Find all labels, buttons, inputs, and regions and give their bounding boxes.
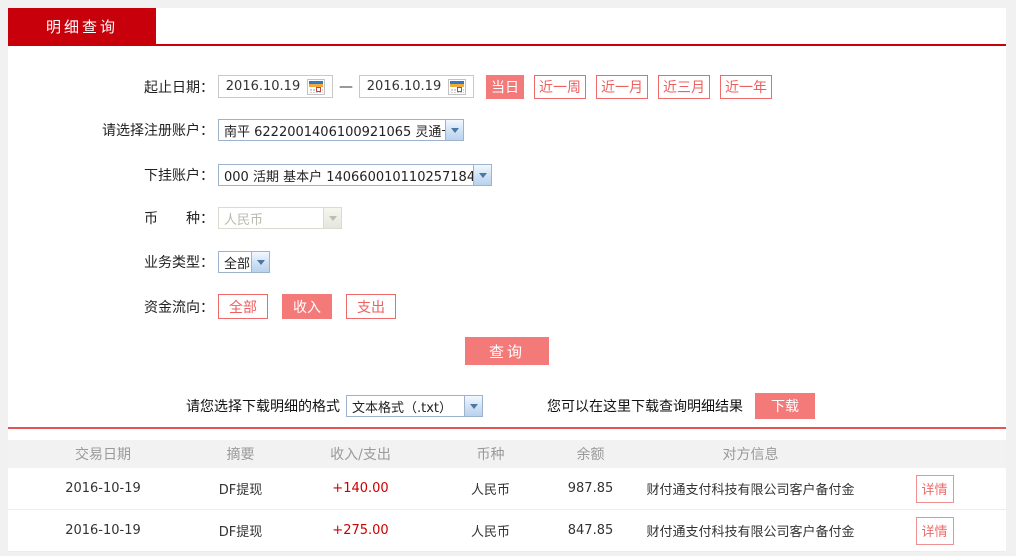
cell-counterparty: 财付通支付科技有限公司客户备付金 <box>646 525 855 540</box>
currency-row: 币 种： 人民币 <box>8 207 1006 229</box>
fund-flow-expense-button[interactable]: 支出 <box>346 294 396 319</box>
chevron-down-icon <box>323 208 341 228</box>
detail-button[interactable]: 详情 <box>915 516 954 545</box>
cell-balance: 847.85 <box>567 523 614 538</box>
fund-flow-label: 资金流向： <box>144 299 214 316</box>
register-account-value: 南平 6222001406100921065 灵通卡 <box>224 124 445 140</box>
tab-detail-query[interactable]: 明细查询 <box>8 8 156 44</box>
header-currency: 币种 <box>476 447 505 463</box>
query-button[interactable]: 查询 <box>465 337 549 365</box>
calendar-icon[interactable] <box>448 78 466 95</box>
currency-label: 币 种： <box>144 211 214 227</box>
quick-range-quarter-button[interactable]: 近三月 <box>658 74 710 99</box>
quick-range-today-button[interactable]: 当日 <box>486 74 524 99</box>
detail-button[interactable]: 详情 <box>915 474 954 503</box>
register-account-label: 请选择注册账户： <box>102 123 214 139</box>
date-from-field[interactable] <box>218 75 333 98</box>
header-balance: 余额 <box>576 447 605 463</box>
sub-account-value: 000 活期 基本户 1406600101102571848 <box>224 169 473 185</box>
results-table: 交易日期 摘要 收入/支出 币种 余额 对方信息 2016-10-19 DF提现… <box>8 440 1006 552</box>
header-trade-date: 交易日期 <box>75 447 131 463</box>
query-button-row: 查询 <box>8 337 1006 365</box>
download-hint: 您可以在这里下载查询明细结果 <box>547 399 743 415</box>
sub-account-label: 下挂账户： <box>144 168 214 184</box>
date-range-separator: — <box>339 78 353 95</box>
cell-balance: 987.85 <box>567 481 614 496</box>
date-from-input[interactable] <box>219 78 307 95</box>
download-format-value: 文本格式（.txt） <box>352 400 453 416</box>
quick-range-year-button[interactable]: 近一年 <box>720 74 772 99</box>
cell-trade-date: 2016-10-19 <box>65 481 141 496</box>
quick-range-month-button[interactable]: 近一月 <box>596 74 648 99</box>
business-type-row: 业务类型： 全部 <box>8 251 1006 273</box>
chevron-down-icon <box>445 120 463 140</box>
business-type-value: 全部 <box>224 256 251 272</box>
register-account-select[interactable]: 南平 6222001406100921065 灵通卡 <box>218 119 464 141</box>
quick-range-week-button[interactable]: 近一周 <box>534 74 586 99</box>
download-row: 请您选择下载明细的格式 文本格式（.txt） 您可以在这里下载查询明细结果 下载 <box>8 393 1006 419</box>
cell-counterparty: 财付通支付科技有限公司客户备付金 <box>646 483 855 498</box>
query-form: 起止日期： — 当日 近一周 <box>8 46 1006 552</box>
cell-amount: +140.00 <box>332 481 389 496</box>
fund-flow-row: 资金流向： 全部 收入 支出 <box>8 294 1006 319</box>
header-income-expense: 收入/支出 <box>330 447 391 463</box>
fund-flow-income-button[interactable]: 收入 <box>282 294 332 319</box>
cell-currency: 人民币 <box>470 483 510 498</box>
date-range-row: 起止日期： — 当日 近一周 <box>8 74 1006 99</box>
chevron-down-icon <box>464 396 482 416</box>
currency-value: 人民币 <box>224 212 264 228</box>
table-row: 2016-10-19 DF提现 +140.00 人民币 987.85 财付通支付… <box>8 468 1006 510</box>
cell-summary: DF提现 <box>218 483 263 498</box>
table-header-row: 交易日期 摘要 收入/支出 币种 余额 对方信息 <box>8 440 1006 468</box>
calendar-icon[interactable] <box>307 78 325 95</box>
currency-select: 人民币 <box>218 207 342 229</box>
sub-account-row: 下挂账户： 000 活期 基本户 1406600101102571848 <box>8 164 1006 186</box>
register-account-row: 请选择注册账户： 南平 6222001406100921065 灵通卡 <box>8 119 1006 141</box>
download-button[interactable]: 下载 <box>755 393 815 419</box>
content-panel: 明细查询 起止日期： — <box>8 8 1006 552</box>
chevron-down-icon <box>473 165 491 185</box>
business-type-select[interactable]: 全部 <box>218 251 270 273</box>
business-type-label: 业务类型： <box>144 255 214 271</box>
cell-summary: DF提现 <box>218 525 263 540</box>
chevron-down-icon <box>251 252 269 272</box>
table-top-divider <box>8 427 1006 429</box>
header-counterparty: 对方信息 <box>722 447 779 463</box>
download-format-label: 请您选择下载明细的格式 <box>186 399 340 415</box>
date-to-input[interactable] <box>360 78 448 95</box>
header-summary: 摘要 <box>226 447 255 463</box>
date-to-field[interactable] <box>359 75 474 98</box>
download-format-select[interactable]: 文本格式（.txt） <box>346 395 483 417</box>
cell-amount: +275.00 <box>332 523 389 538</box>
cell-trade-date: 2016-10-19 <box>65 523 141 538</box>
cell-currency: 人民币 <box>470 525 510 540</box>
table-row: 2016-10-19 DF提现 +275.00 人民币 847.85 财付通支付… <box>8 510 1006 552</box>
fund-flow-all-button[interactable]: 全部 <box>218 294 268 319</box>
date-range-label: 起止日期： <box>144 79 214 96</box>
sub-account-select[interactable]: 000 活期 基本户 1406600101102571848 <box>218 164 492 186</box>
